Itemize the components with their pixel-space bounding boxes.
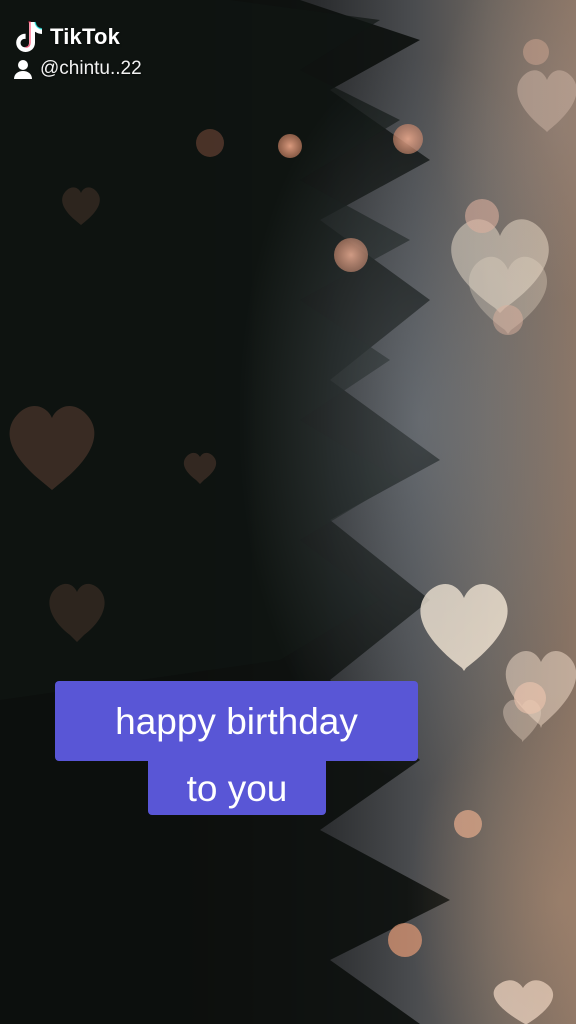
bokeh-light [523,39,549,65]
bokeh-light [454,810,482,838]
user-icon [14,60,32,79]
bokeh-light [334,238,368,272]
tiktok-note-icon [16,21,43,53]
username: @chintu..22 [40,58,142,79]
bokeh-light [514,682,546,714]
background-scene [0,0,576,1024]
app-name: TikTok [50,24,121,49]
caption-text-1: happy birthday [55,681,418,761]
bokeh-light [465,199,499,233]
heart-icon [493,980,554,1024]
tiktok-watermark: TikTok [12,20,120,54]
creator-handle: @chintu..22 [12,58,142,80]
heart-icon [517,70,576,132]
bokeh-light [278,134,302,158]
bokeh-light [388,923,422,957]
bokeh-light [493,305,523,335]
bokeh-light [393,124,423,154]
heart-icon [420,584,508,671]
caption-text-2: to you [148,761,326,815]
bokeh-light [196,129,224,157]
video-frame[interactable]: TikTok @chintu..22 happy birthday to you [0,0,576,1024]
